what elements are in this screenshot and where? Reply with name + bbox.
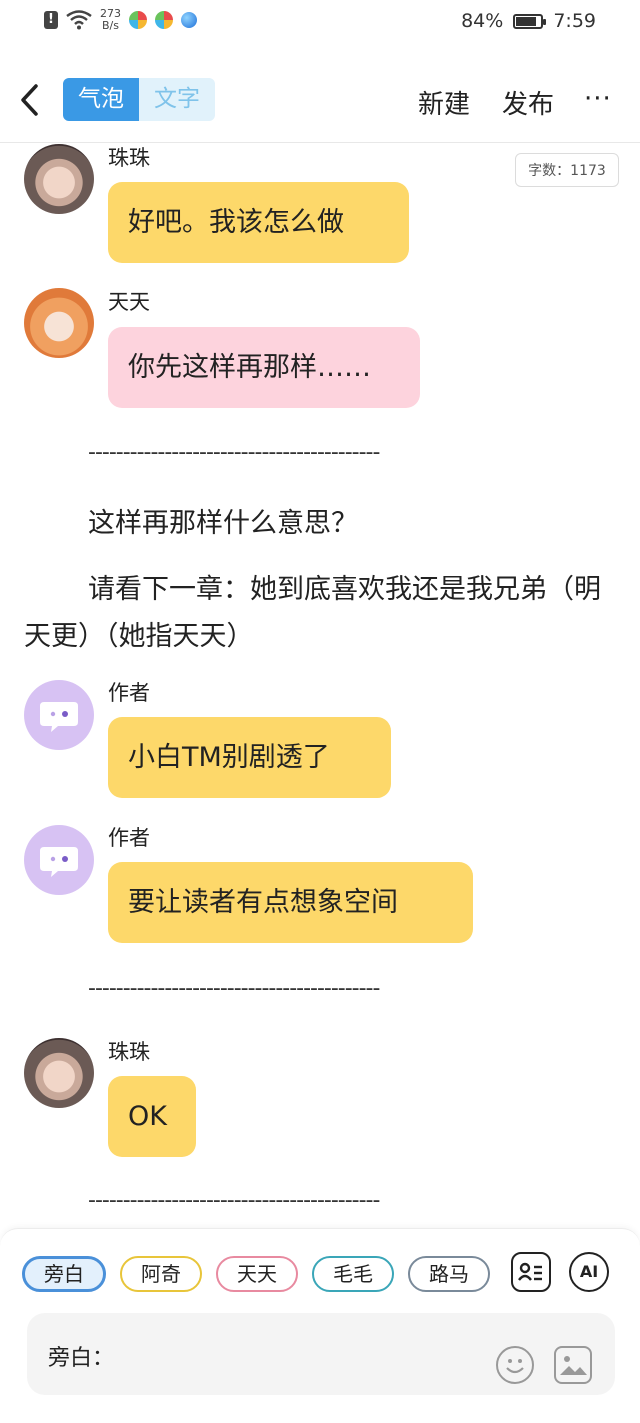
character-chip-tiantian[interactable]: 天天 <box>216 1256 298 1292</box>
battery-icon <box>513 13 547 29</box>
message-bubble[interactable]: 小白TM别剧透了 <box>108 717 391 798</box>
speaker-name: 作者 <box>108 826 150 850</box>
ai-button[interactable]: AI <box>569 1252 609 1292</box>
avatar-tiantian[interactable] <box>24 288 94 358</box>
character-chip-narrator[interactable]: 旁白 <box>22 1256 106 1292</box>
character-chip-aqi[interactable]: 阿奇 <box>120 1256 202 1292</box>
status-bar: ! 273 B/s 84% 7:59 <box>0 0 640 44</box>
character-card-button[interactable] <box>511 1252 551 1292</box>
image-icon <box>560 1356 587 1375</box>
smile-icon <box>506 1359 524 1374</box>
separator-line: ----------------------------------------… <box>88 440 380 465</box>
speaker-name: 珠珠 <box>108 1040 150 1064</box>
header-divider <box>0 142 640 143</box>
browser-icon <box>181 12 197 28</box>
app-notification-icon <box>129 11 147 29</box>
chat-bubble-icon <box>40 702 78 732</box>
separator-line: ----------------------------------------… <box>88 1188 380 1213</box>
more-button[interactable]: ··· <box>584 84 612 114</box>
narration-text[interactable]: 这样再那样什么意思？ <box>88 500 616 547</box>
character-chip-maomao[interactable]: 毛毛 <box>312 1256 394 1292</box>
tab-text[interactable]: 文字 <box>139 78 215 121</box>
speaker-name: 珠珠 <box>108 146 150 170</box>
net-speed: 273 B/s <box>100 7 121 32</box>
speaker-name: 作者 <box>108 681 150 705</box>
separator-line: ----------------------------------------… <box>88 976 380 1001</box>
battery-percent: 84% <box>461 10 504 32</box>
app-notification-icon <box>155 11 173 29</box>
image-button[interactable] <box>554 1346 592 1384</box>
emoji-button[interactable] <box>496 1346 534 1384</box>
new-button[interactable]: 新建 <box>418 84 470 121</box>
character-card-icon <box>518 1262 542 1281</box>
avatar-zhuzhu[interactable] <box>24 1038 94 1108</box>
message-bubble[interactable]: OK <box>108 1076 196 1157</box>
clock: 7:59 <box>553 10 596 32</box>
wifi-icon <box>66 10 92 30</box>
mode-toggle[interactable]: 气泡 文字 <box>63 78 215 121</box>
alert-icon: ! <box>44 11 58 29</box>
chevron-left-icon <box>21 84 38 116</box>
tab-bubble[interactable]: 气泡 <box>63 78 139 121</box>
avatar-zhuzhu[interactable] <box>24 144 94 214</box>
speaker-name: 天天 <box>108 290 150 314</box>
word-count-badge: 字数：1173 <box>515 153 619 187</box>
narration-text[interactable]: 请看下一章：她到底喜欢我还是我兄弟（明天更）（她指天天） <box>24 566 616 660</box>
character-chip-luma[interactable]: 路马 <box>408 1256 490 1292</box>
input-speaker-label: 旁白： <box>48 1346 115 1371</box>
message-bubble[interactable]: 你先这样再那样…… <box>108 327 420 408</box>
chat-bubble-icon <box>40 847 78 877</box>
back-button[interactable] <box>18 78 46 122</box>
avatar-author[interactable] <box>24 825 94 895</box>
message-bubble[interactable]: 要让读者有点想象空间 <box>108 862 473 943</box>
publish-button[interactable]: 发布 <box>502 84 554 121</box>
avatar-author[interactable] <box>24 680 94 750</box>
message-bubble[interactable]: 好吧。我该怎么做 <box>108 182 409 263</box>
